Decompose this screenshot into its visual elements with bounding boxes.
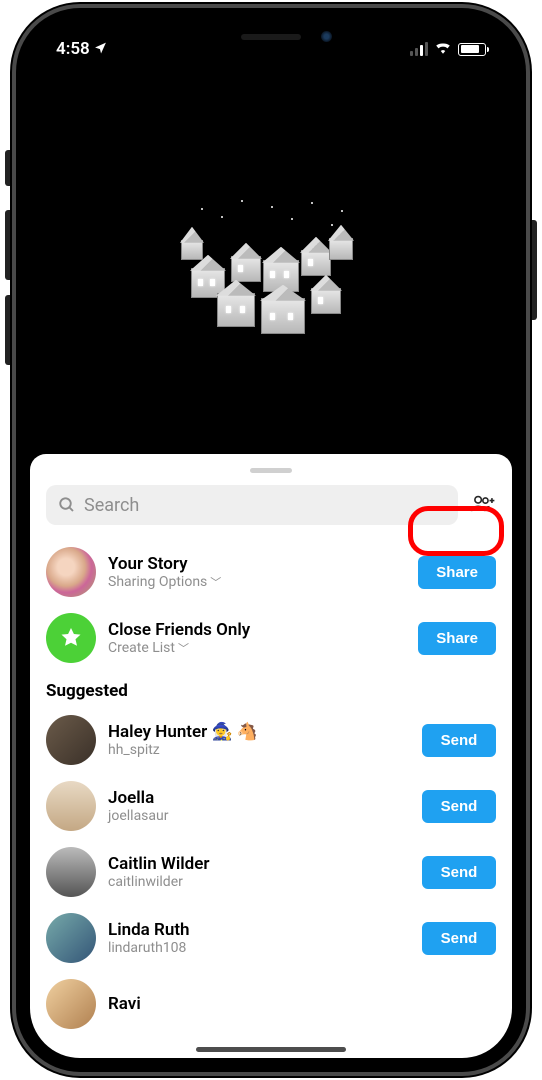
chevron-down-icon: ﹀ <box>178 640 189 656</box>
cell-signal-icon <box>410 42 428 56</box>
contact-handle: joellasaur <box>108 808 410 824</box>
annotation-highlight <box>408 506 504 556</box>
chevron-down-icon: ﹀ <box>210 574 221 590</box>
search-input[interactable]: Search <box>46 485 458 525</box>
list-item: Caitlin Wilder caitlinwilder Send <box>30 839 512 905</box>
search-icon <box>58 496 76 514</box>
notch <box>166 22 376 52</box>
story-preview-image <box>30 70 512 460</box>
contact-name: Ravi <box>108 994 496 1014</box>
list-item: Haley Hunter 🧙‍♀️ 🐴 hh_spitz Send <box>30 707 512 773</box>
list-item: Ravi <box>30 971 512 1029</box>
create-list-link[interactable]: Create List ﹀ <box>108 640 406 656</box>
phone-frame: 4:58 <box>16 8 526 1072</box>
sheet-grabber[interactable] <box>250 468 292 473</box>
list-item: Linda Ruth lindaruth108 Send <box>30 905 512 971</box>
contact-handle: caitlinwilder <box>108 874 410 890</box>
wifi-icon <box>434 39 452 59</box>
send-button[interactable]: Send <box>422 724 496 757</box>
location-icon <box>94 41 107 58</box>
your-story-avatar <box>46 547 96 597</box>
avatar <box>46 847 96 897</box>
avatar <box>46 715 96 765</box>
sharing-options-link[interactable]: Sharing Options ﹀ <box>108 574 406 590</box>
search-placeholder: Search <box>84 495 139 516</box>
avatar <box>46 781 96 831</box>
contact-name: Joella <box>108 788 410 808</box>
close-friends-share-button[interactable]: Share <box>418 622 496 655</box>
share-sheet: Search Your Story Sharing Options ﹀ Shar… <box>30 454 512 1058</box>
contact-handle: hh_spitz <box>108 742 410 758</box>
screen: 4:58 <box>30 22 512 1058</box>
list-item: Joella joellasaur Send <box>30 773 512 839</box>
avatar <box>46 913 96 963</box>
send-button[interactable]: Send <box>422 922 496 955</box>
contact-name: Haley Hunter 🧙‍♀️ 🐴 <box>108 722 410 742</box>
battery-icon <box>458 43 486 56</box>
avatar <box>46 979 96 1029</box>
your-story-title: Your Story <box>108 554 406 574</box>
contact-name: Linda Ruth <box>108 920 410 940</box>
close-friends-row: Close Friends Only Create List ﹀ Share <box>30 605 512 671</box>
contact-name: Caitlin Wilder <box>108 854 410 874</box>
contact-handle: lindaruth108 <box>108 940 410 956</box>
close-friends-icon <box>46 613 96 663</box>
send-button[interactable]: Send <box>422 790 496 823</box>
home-indicator[interactable] <box>196 1047 346 1052</box>
suggested-header: Suggested <box>30 671 512 707</box>
status-time: 4:58 <box>56 39 90 59</box>
your-story-share-button[interactable]: Share <box>418 556 496 589</box>
close-friends-title: Close Friends Only <box>108 620 406 640</box>
send-button[interactable]: Send <box>422 856 496 889</box>
